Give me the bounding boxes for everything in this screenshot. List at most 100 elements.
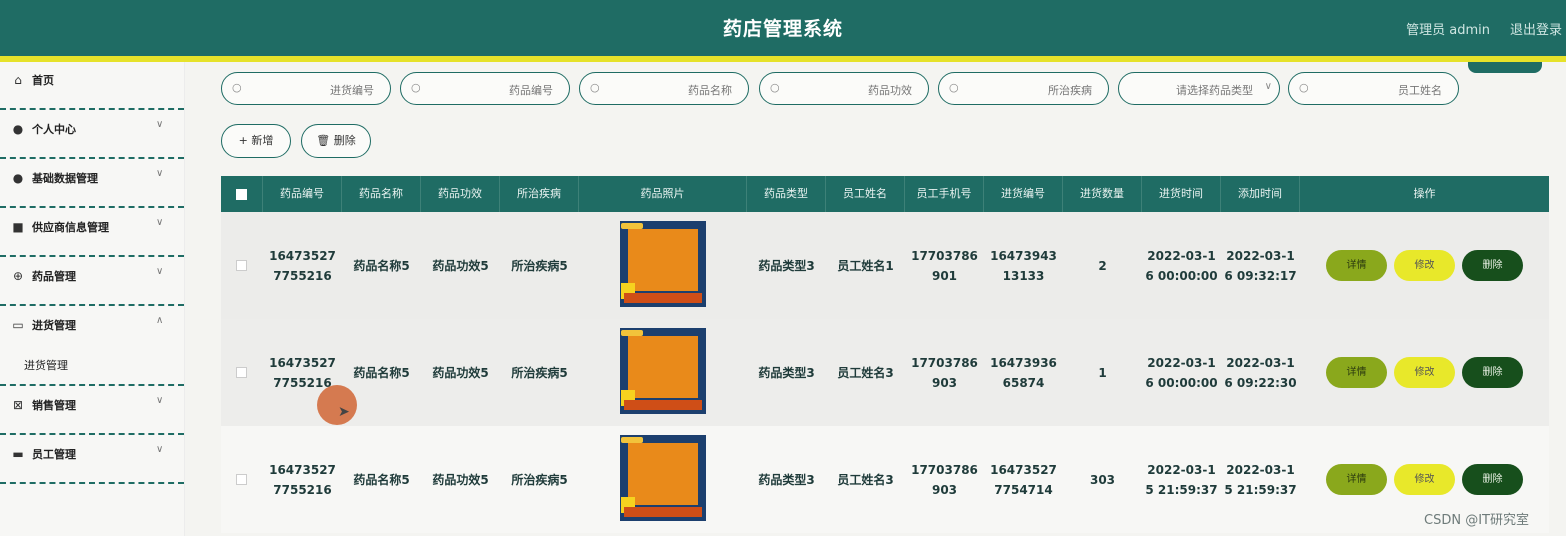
detail-button[interactable]: 详情	[1326, 357, 1387, 388]
corner-button[interactable]	[1468, 62, 1542, 73]
search-drug-effect[interactable]: ○ 药品功效	[759, 72, 929, 105]
sidebar-item-drugs[interactable]: ⊕ 药品管理 ∨	[0, 258, 185, 306]
chevron-down-icon: ∨	[156, 119, 164, 130]
search-placeholder: 所治疾病	[1048, 84, 1092, 97]
search-purchase-no[interactable]: ○ 进货编号	[221, 72, 391, 105]
sidebar-item-label: 基础数据管理	[32, 172, 98, 185]
detail-button[interactable]: 详情	[1326, 250, 1387, 281]
chevron-down-icon: ∨	[156, 444, 164, 455]
search-drug-no[interactable]: ○ 药品编号	[400, 72, 570, 105]
chevron-down-icon: ∨	[156, 266, 164, 277]
header-accent-line	[0, 56, 1566, 62]
divider	[0, 433, 184, 435]
cell-purchase-no: 16473936 65874	[990, 355, 1057, 390]
search-placeholder: 员工姓名	[1398, 84, 1442, 97]
add-button[interactable]: + 新增	[221, 124, 291, 158]
select-placeholder: 请选择药品类型	[1176, 84, 1253, 97]
column-header[interactable]: 进货编号	[984, 176, 1063, 212]
delete-button[interactable]: 删除	[1462, 464, 1523, 495]
cell-purchase-no: 16473527 7754714	[990, 462, 1057, 497]
cell-disease: 所治疾病5	[511, 472, 568, 487]
cell-purchase-time: 2022-03-1 6 00:00:00	[1145, 355, 1218, 390]
sidebar-item-label: 进货管理	[32, 319, 76, 332]
cell-effect: 药品功效5	[432, 472, 489, 487]
app-title: 药店管理系统	[722, 18, 843, 40]
divider	[0, 255, 184, 257]
column-header[interactable]: 添加时间	[1221, 176, 1300, 212]
cell-disease: 所治疾病5	[511, 365, 568, 380]
user-icon: ●	[12, 122, 24, 136]
column-header[interactable]: 所治疾病	[500, 176, 579, 212]
column-header[interactable]: 进货数量	[1063, 176, 1142, 212]
search-placeholder: 药品编号	[509, 84, 553, 97]
admin-label: 管理员 admin	[1406, 23, 1490, 38]
column-header[interactable]: 药品名称	[342, 176, 421, 212]
search-icon: ○	[949, 81, 959, 94]
select-drug-type[interactable]: 请选择药品类型 ∨	[1118, 72, 1280, 105]
home-icon: ⌂	[14, 73, 22, 87]
sidebar: ⌂ 首页 ● 个人中心 ∨ ● 基础数据管理 ∨ ■ 供应商信息管理 ∨ ⊕ 药…	[0, 62, 185, 536]
sidebar-item-staff[interactable]: ▬ 员工管理 ∨	[0, 436, 185, 484]
column-header[interactable]: 药品功效	[421, 176, 500, 212]
column-header[interactable]: 员工姓名	[826, 176, 905, 212]
row-checkbox[interactable]	[236, 260, 247, 271]
select-all-checkbox[interactable]	[236, 189, 247, 200]
row-checkbox[interactable]	[236, 367, 247, 378]
drug-photo[interactable]	[620, 435, 706, 521]
column-header[interactable]: 员工手机号	[905, 176, 984, 212]
bulk-delete-button[interactable]: 🗑 删除	[301, 124, 371, 158]
column-header[interactable]: 药品类型	[747, 176, 826, 212]
edit-button[interactable]: 修改	[1394, 250, 1455, 281]
logout-link[interactable]: 退出登录	[1510, 19, 1562, 38]
cell-qty: 303	[1089, 472, 1116, 487]
row-checkbox[interactable]	[236, 474, 247, 485]
sidebar-item-label: 销售管理	[32, 399, 76, 412]
column-header[interactable]: 药品编号	[263, 176, 342, 212]
delete-button[interactable]: 删除	[1462, 357, 1523, 388]
cell-staff: 员工姓名1	[837, 258, 894, 273]
sidebar-item-base-data[interactable]: ● 基础数据管理 ∨	[0, 160, 185, 208]
detail-button[interactable]: 详情	[1326, 464, 1387, 495]
table-row: 16473527 7755216 药品名称5 药品功效5 所治疾病5 药品类型3…	[221, 319, 1549, 426]
search-placeholder: 药品功效	[868, 84, 912, 97]
search-disease[interactable]: ○ 所治疾病	[938, 72, 1109, 105]
table-row: 16473527 7755216 药品名称5 药品功效5 所治疾病5 药品类型3…	[221, 426, 1549, 533]
chevron-down-icon: ∨	[156, 217, 164, 228]
column-header[interactable]: 进货时间	[1142, 176, 1221, 212]
divider	[0, 384, 184, 386]
table-row: 16473527 7755216 药品名称5 药品功效5 所治疾病5 药品类型3…	[221, 212, 1549, 319]
edit-button[interactable]: 修改	[1394, 357, 1455, 388]
header-select-cell	[221, 176, 263, 212]
mouse-highlight	[317, 385, 357, 425]
cell-phone: 17703786 903	[911, 355, 978, 390]
chat-icon: ▭	[12, 318, 24, 332]
search-placeholder: 药品名称	[688, 84, 732, 97]
delete-button[interactable]: 删除	[1462, 250, 1523, 281]
ticket-icon: ▬	[12, 447, 24, 461]
sidebar-item-supplier[interactable]: ■ 供应商信息管理 ∨	[0, 209, 185, 257]
sidebar-item-label: 供应商信息管理	[32, 221, 109, 234]
sidebar-item-label: 首页	[32, 74, 54, 87]
column-header[interactable]: 药品照片	[579, 176, 747, 212]
drug-photo[interactable]	[620, 221, 706, 307]
sidebar-item-home[interactable]: ⌂ 首页	[0, 62, 185, 110]
cell-effect: 药品功效5	[432, 258, 489, 273]
cell-type: 药品类型3	[758, 365, 815, 380]
search-icon: ○	[770, 81, 780, 94]
search-icon: ○	[590, 81, 600, 94]
cell-drug-no: 16473527 7755216	[269, 248, 336, 283]
cell-add-time: 2022-03-1 5 21:59:37	[1224, 462, 1297, 497]
search-icon: ○	[232, 81, 242, 94]
sidebar-item-sales[interactable]: ⊠ 销售管理 ∨	[0, 387, 185, 435]
chevron-down-icon: ∨	[156, 395, 164, 406]
search-drug-name[interactable]: ○ 药品名称	[579, 72, 749, 105]
cell-disease: 所治疾病5	[511, 258, 568, 273]
sidebar-item-label: 个人中心	[32, 123, 76, 136]
cell-purchase-time: 2022-03-1 6 00:00:00	[1145, 248, 1218, 283]
search-staff-name[interactable]: ○ 员工姓名	[1288, 72, 1459, 105]
drug-photo[interactable]	[620, 328, 706, 414]
edit-button[interactable]: 修改	[1394, 464, 1455, 495]
sidebar-item-profile[interactable]: ● 个人中心 ∨	[0, 111, 185, 159]
cell-purchase-time: 2022-03-1 5 21:59:37	[1145, 462, 1218, 497]
chevron-down-icon: ∨	[1264, 81, 1272, 92]
